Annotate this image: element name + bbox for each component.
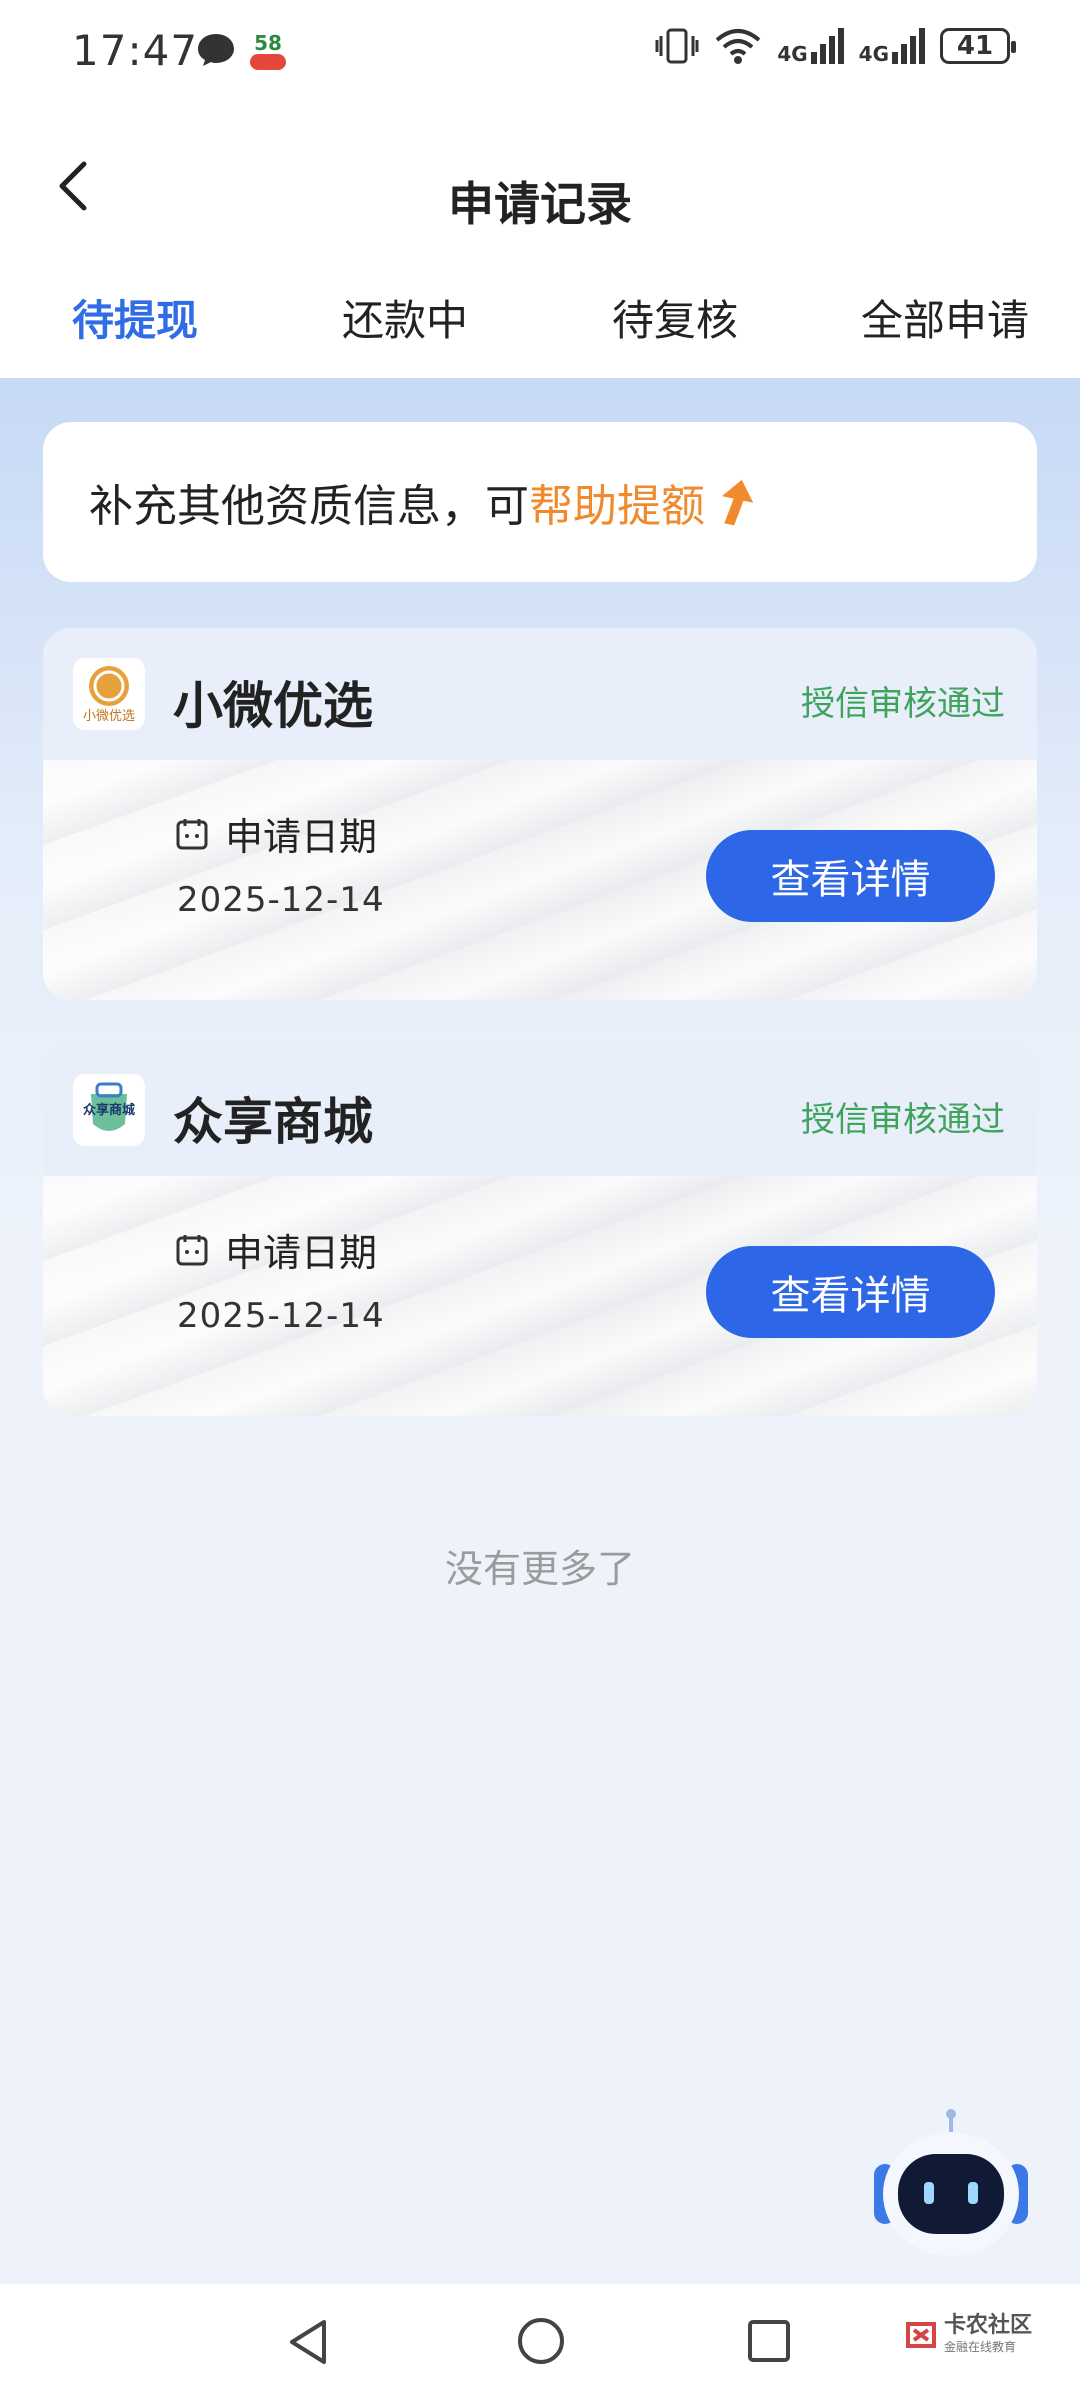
triangle-back-icon [290, 2320, 326, 2364]
kanong-logo-icon [906, 2321, 936, 2348]
card-header: 众享商城 众享商城 授信审核通过 [43, 1044, 1037, 1176]
view-details-button[interactable]: 查看详情 [706, 1246, 995, 1338]
message-icon [196, 32, 236, 72]
arrow-up-icon [721, 479, 754, 526]
card-body: 申请日期 2025-12-14 查看详情 [43, 760, 1037, 1000]
app-58-icon: 58 [246, 28, 290, 78]
app-header: 申请记录 [0, 100, 1080, 265]
watermark: 卡农社区 金融在线教育 [904, 2313, 1033, 2355]
application-card: 众享商城 众享商城 授信审核通过 申请日期 2025-12-14 查看详情 [43, 1044, 1037, 1416]
tab-repaying[interactable]: 还款中 [270, 264, 540, 378]
system-nav-bar: 卡农社区 金融在线教育 [0, 2284, 1080, 2400]
signal-icon [892, 28, 925, 64]
product-name: 小微优选 [173, 677, 373, 735]
signal-icon [810, 28, 844, 64]
wifi-icon [716, 29, 761, 64]
status-time: 17:47 [72, 26, 199, 75]
tab-pending-review[interactable]: 待复核 [540, 264, 810, 378]
status-badge: 授信审核通过 [801, 1100, 1005, 1140]
vibrate-icon [655, 28, 699, 64]
product-name: 众享商城 [173, 1093, 373, 1151]
battery-indicator: 41 [940, 28, 1016, 64]
square-recent-icon [748, 2320, 790, 2362]
svg-text:58: 58 [254, 31, 282, 55]
date-value: 2025-12-14 [177, 880, 385, 920]
banner-highlight: 帮助提额 [529, 481, 705, 532]
no-more-text: 没有更多了 [444, 1547, 635, 1591]
status-bar: 17:47 58 4G 4G 41 [0, 0, 1080, 100]
date-label-row: 申请日期 [175, 1222, 377, 1277]
date-label: 申请日期 [225, 1231, 378, 1275]
nav-home-button[interactable] [516, 2316, 566, 2370]
signal-2: 4G [859, 28, 926, 64]
banner-text: 补充其他资质信息，可 [89, 481, 529, 532]
watermark-title: 卡农社区 [944, 2313, 1033, 2338]
signal-1: 4G [777, 28, 844, 64]
xiaowei-logo: 小微优选 [73, 658, 145, 730]
circle-home-icon [518, 2318, 564, 2364]
content-area: 补充其他资质信息，可 帮助提额 小微优选 小微优选 授信审核通过 申请日期 202… [0, 378, 1080, 2332]
credit-boost-banner[interactable]: 补充其他资质信息，可 帮助提额 [43, 422, 1037, 582]
date-value: 2025-12-14 [177, 1296, 385, 1336]
tab-bar: 待提现 还款中 待复核 全部申请 [0, 264, 1080, 378]
calendar-icon [176, 818, 208, 849]
tab-pending-withdrawal[interactable]: 待提现 [0, 264, 270, 378]
page-title: 申请记录 [448, 177, 632, 231]
svg-text:小微优选: 小微优选 [83, 709, 135, 724]
watermark-subtitle: 金融在线教育 [944, 2340, 1017, 2355]
status-badge: 授信审核通过 [801, 684, 1005, 724]
application-card: 小微优选 小微优选 授信审核通过 申请日期 2025-12-14 查看详情 [43, 628, 1037, 1000]
nav-recent-button[interactable] [746, 2318, 792, 2368]
view-details-button[interactable]: 查看详情 [706, 830, 995, 922]
date-label-row: 申请日期 [175, 806, 377, 861]
status-right: 4G 4G 41 [655, 26, 1016, 66]
tab-all-applications[interactable]: 全部申请 [810, 264, 1080, 378]
date-label: 申请日期 [225, 815, 378, 859]
svg-text:众享商城: 众享商城 [83, 1102, 135, 1118]
calendar-icon [176, 1234, 208, 1265]
card-body: 申请日期 2025-12-14 查看详情 [43, 1176, 1037, 1416]
nav-back-button[interactable] [282, 2316, 334, 2372]
zhongxiang-logo: 众享商城 [73, 1074, 145, 1146]
card-header: 小微优选 小微优选 授信审核通过 [43, 628, 1037, 760]
